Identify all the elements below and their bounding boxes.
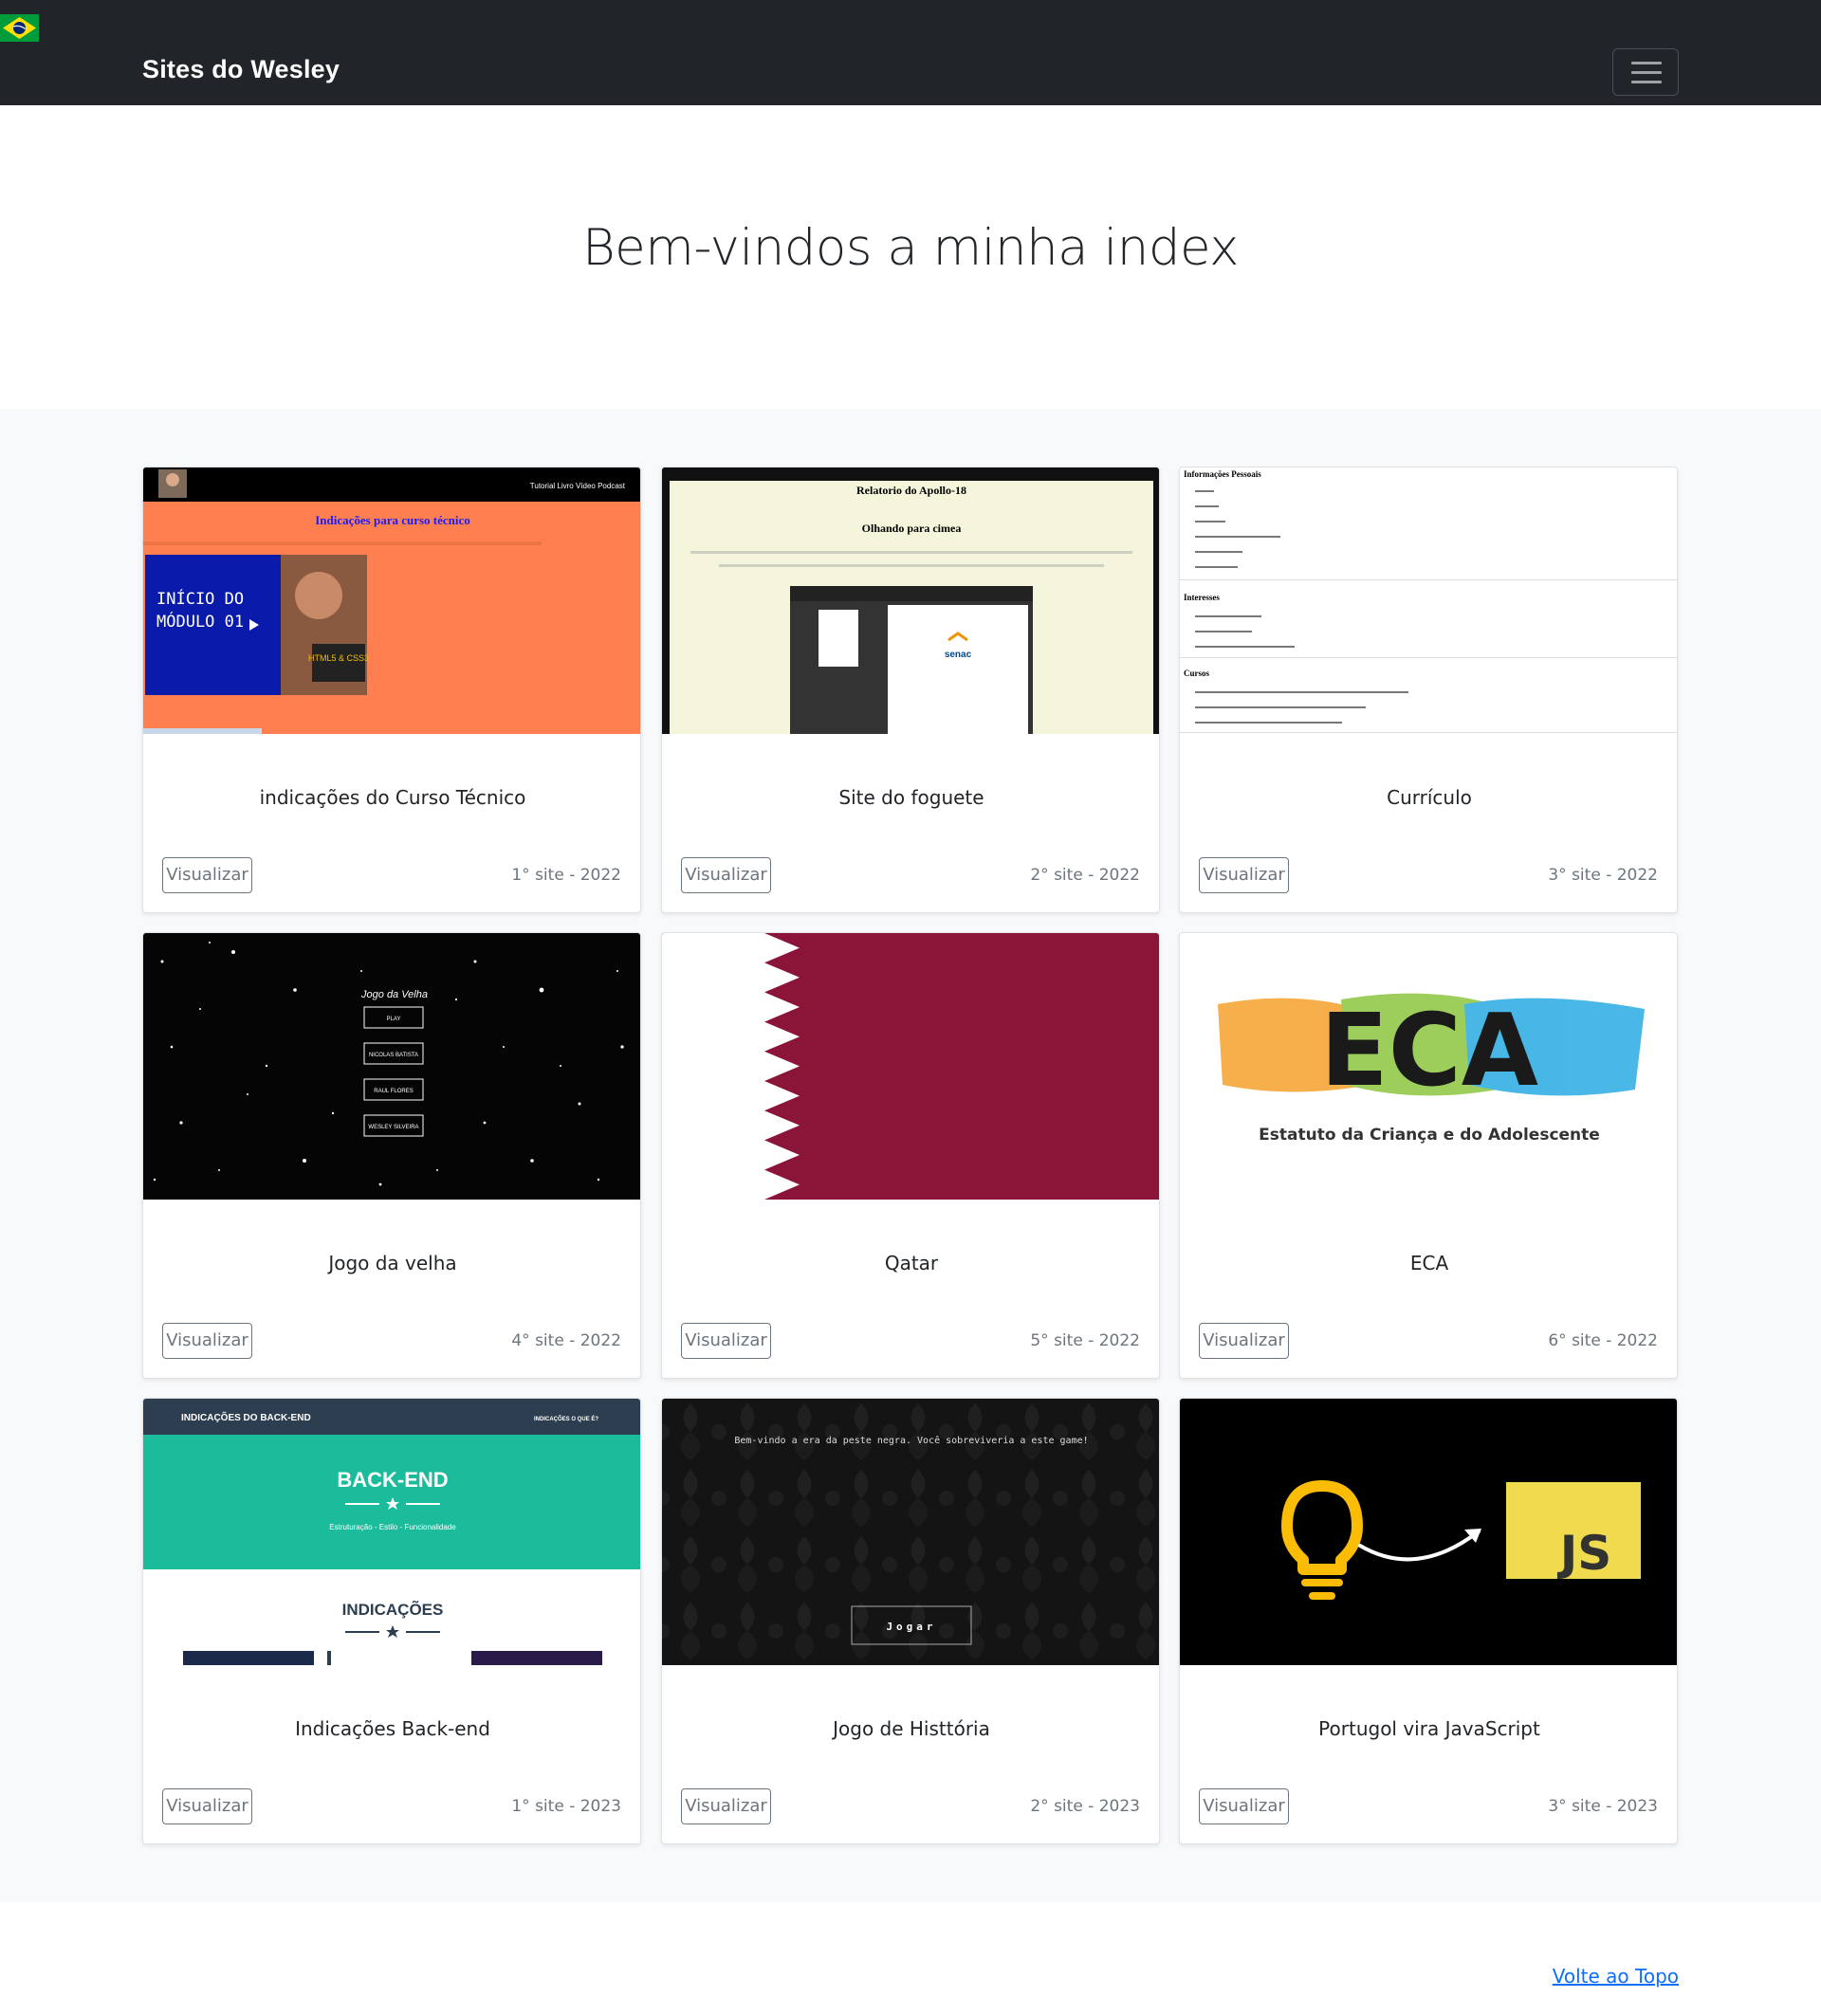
thumb-section-title: INDICAÇÕES	[342, 1600, 444, 1619]
senac-logo: senac	[945, 650, 972, 660]
card-curriculo: Informações Pessoais Interesses Cursos C…	[1179, 467, 1678, 913]
card-title: ECA	[1409, 1252, 1449, 1274]
thumb-title: Jogo da Velha	[360, 989, 428, 1000]
thumb-video-line1: INÍCIO DO	[156, 588, 244, 609]
card-thumbnail[interactable]: Relatorio do Apollo-18 Olhando para cime…	[662, 467, 1159, 734]
thumb-nav-right: INDICAÇÕES O QUE É?	[534, 1415, 598, 1422]
top-navbar: Sites do Wesley	[0, 0, 1821, 105]
view-button[interactable]: Visualizar	[162, 1323, 252, 1359]
thumb-nav-text: Tutorial Livro Vídeo Podcast	[530, 482, 626, 490]
qatar-flag-icon	[662, 933, 1159, 1200]
card-site-foguete: Relatorio do Apollo-18 Olhando para cime…	[661, 467, 1160, 913]
card-title: Portugol vira JavaScript	[1318, 1717, 1540, 1740]
view-button[interactable]: Visualizar	[1199, 1788, 1289, 1824]
thumb-title: Relatorio do Apollo-18	[856, 484, 966, 497]
card-portugol-js: JS Portugol vira JavaScript Visualizar 3…	[1179, 1398, 1678, 1844]
thumb-heading-personal: Informações Pessoais	[1184, 469, 1261, 479]
card-meta: 2° site - 2022	[1030, 866, 1140, 885]
eca-logo: ECA	[1320, 993, 1538, 1109]
view-button[interactable]: Visualizar	[1199, 857, 1289, 893]
hamburger-menu-icon	[1631, 62, 1662, 64]
card-eca: ECA Estatuto da Criança e do Adolescente…	[1179, 932, 1678, 1379]
thumb-play-button: Jogar	[886, 1621, 936, 1633]
card-backend: INDICAÇÕES DO BACK-END INDICAÇÕES O QUE …	[142, 1398, 641, 1844]
thumb-hero-title: BACK-END	[337, 1468, 448, 1492]
thumb-button-nicolas: NICOLAS BATISTA	[369, 1053, 418, 1058]
card-thumbnail[interactable]: ECA Estatuto da Criança e do Adolescente	[1180, 933, 1677, 1200]
card-thumbnail[interactable]: Bem-vindo a era da peste negra. Você sob…	[662, 1399, 1159, 1665]
card-title: Indicações Back-end	[295, 1717, 490, 1740]
thumb-button-play: PLAY	[387, 1017, 401, 1022]
view-button[interactable]: Visualizar	[681, 857, 771, 893]
card-qatar: Qatar Visualizar 5° site - 2022	[661, 932, 1160, 1379]
card-title: Currículo	[1387, 786, 1472, 809]
card-title: Qatar	[884, 1252, 939, 1274]
js-badge-text: JS	[1557, 1526, 1612, 1581]
card-thumbnail[interactable]: Informações Pessoais Interesses Cursos	[1180, 467, 1677, 734]
brand-link[interactable]: Sites do Wesley	[142, 55, 340, 84]
thumb-video-line2: MÓDULO 01	[156, 611, 244, 632]
card-meta: 3° site - 2023	[1548, 1797, 1658, 1816]
card-meta: 4° site - 2022	[511, 1331, 621, 1350]
thumb-heading: Indicações para curso técnico	[315, 513, 470, 527]
card-thumbnail[interactable]: INDICAÇÕES DO BACK-END INDICAÇÕES O QUE …	[143, 1399, 640, 1665]
hamburger-bar	[1631, 81, 1662, 83]
brazil-flag-icon	[0, 14, 39, 42]
card-meta: 6° site - 2022	[1548, 1331, 1658, 1350]
hero-section: Bem-vindos a minha index	[0, 105, 1821, 409]
thumb-hero-sub: Estruturação - Estilo - Funcionalidade	[329, 1523, 456, 1531]
thumb-heading-courses: Cursos	[1184, 669, 1210, 678]
card-thumbnail[interactable]: Tutorial Livro Vídeo Podcast Indicações …	[143, 467, 640, 734]
card-title: indicações do Curso Técnico	[259, 786, 526, 809]
card-thumbnail[interactable]: Jogo da Velha PLAY NICOLAS BATISTA RAUL …	[143, 933, 640, 1200]
back-to-top-link[interactable]: Volte ao Topo	[1553, 1965, 1679, 1988]
view-button[interactable]: Visualizar	[162, 1788, 252, 1824]
eca-caption: Estatuto da Criança e do Adolescente	[1259, 1126, 1600, 1145]
card-meta: 1° site - 2023	[511, 1797, 621, 1816]
thumb-button-raul: RAUL FLORES	[374, 1089, 413, 1094]
card-jogo-historia: Bem-vindo a era da peste negra. Você sob…	[661, 1398, 1160, 1844]
card-curso-tecnico: Tutorial Livro Vídeo Podcast Indicações …	[142, 467, 641, 913]
thumb-button-wesley: WESLEY SILVEIRA	[368, 1125, 418, 1130]
card-title: Jogo da velha	[328, 1252, 457, 1274]
view-button[interactable]: Visualizar	[681, 1788, 771, 1824]
view-button[interactable]: Visualizar	[1199, 1323, 1289, 1359]
thumb-subtitle: Olhando para cimea	[862, 522, 962, 535]
card-jogo-da-velha: Jogo da Velha PLAY NICOLAS BATISTA RAUL …	[142, 932, 641, 1379]
card-meta: 2° site - 2023	[1030, 1797, 1140, 1816]
card-title: Site do foguete	[838, 786, 984, 809]
view-button[interactable]: Visualizar	[681, 1323, 771, 1359]
card-meta: 3° site - 2022	[1548, 866, 1658, 885]
thumb-intro-text: Bem-vindo a era da peste negra. Você sob…	[734, 1435, 1088, 1446]
thumb-heading-interests: Interesses	[1184, 593, 1220, 602]
navbar-toggler-button[interactable]	[1612, 48, 1679, 96]
view-button[interactable]: Visualizar	[162, 857, 252, 893]
card-thumbnail[interactable]	[662, 933, 1159, 1200]
card-meta: 1° site - 2022	[511, 866, 621, 885]
card-title: Jogo de Histtória	[833, 1717, 990, 1740]
thumb-nav-left: INDICAÇÕES DO BACK-END	[181, 1411, 311, 1423]
card-thumbnail[interactable]: JS	[1180, 1399, 1677, 1665]
card-meta: 5° site - 2022	[1030, 1331, 1140, 1350]
hamburger-bar	[1631, 71, 1662, 74]
thumb-video-badge: HTML5 & CSS3	[308, 653, 369, 663]
page-title: Bem-vindos a minha index	[581, 219, 1240, 277]
